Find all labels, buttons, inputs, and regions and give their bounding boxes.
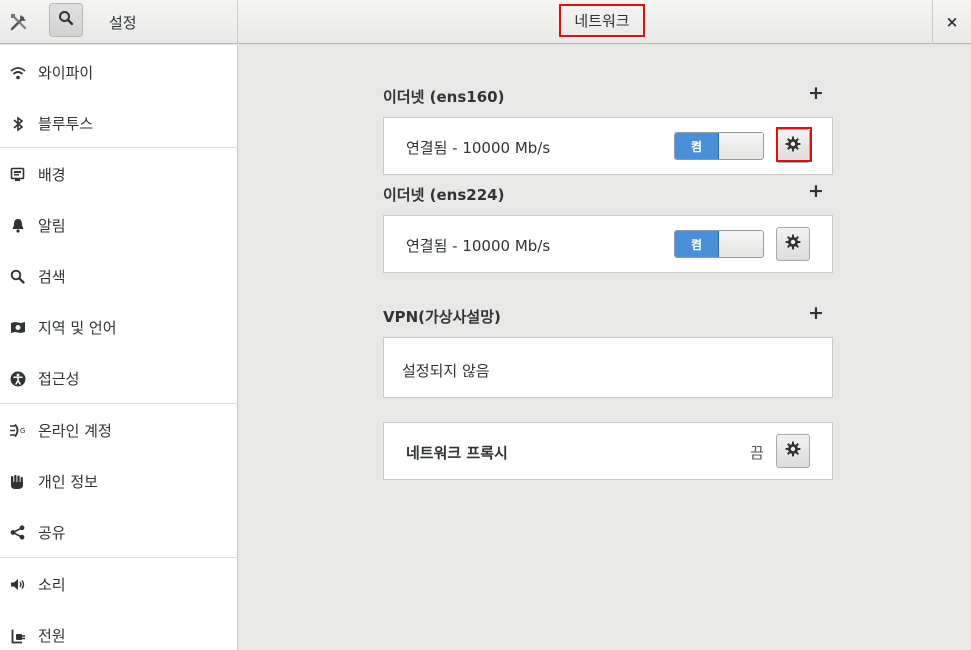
ethernet2-settings-button[interactable]	[776, 227, 810, 261]
ethernet1-card: 연결됨 - 10000 Mb/s 켬	[383, 117, 833, 175]
settings-highlight-box	[776, 127, 812, 162]
bluetooth-icon	[9, 115, 26, 132]
header-left: 설정	[0, 0, 238, 44]
switch-on-label: 켬	[675, 231, 719, 257]
sidebar-item-label: 와이파이	[38, 64, 94, 82]
vpn-card: 설정되지 않음	[383, 337, 833, 398]
background-icon	[9, 166, 26, 183]
tools-icon	[9, 12, 29, 32]
sidebar-item-background[interactable]: 배경	[0, 149, 238, 199]
sidebar-item-label: 공유	[38, 524, 66, 542]
sidebar-separator	[0, 557, 238, 558]
switch-knob	[719, 231, 763, 257]
sidebar-item-privacy[interactable]: 개인 정보	[0, 456, 238, 506]
switch-knob	[719, 133, 763, 159]
ethernet2-status: 연결됨 - 10000 Mb/s	[406, 237, 551, 255]
sidebar-item-label: 소리	[38, 576, 66, 594]
proxy-title: 네트워크 프록시	[406, 444, 508, 462]
svg-text:G: G	[20, 427, 25, 435]
sidebar-item-label: 블루투스	[38, 115, 94, 133]
sidebar-item-region[interactable]: 지역 및 언어	[0, 302, 238, 352]
sidebar-item-sound[interactable]: 소리	[0, 559, 238, 609]
vpn-status: 설정되지 않음	[402, 362, 490, 380]
ethernet1-switch[interactable]: 켬	[674, 132, 764, 160]
search-button[interactable]	[49, 3, 83, 37]
share-icon	[9, 524, 26, 541]
search-icon	[58, 10, 74, 30]
search-icon	[9, 268, 26, 285]
vpn-title: VPN(가상사설망)	[383, 308, 501, 326]
switch-on-label: 켬	[675, 133, 719, 159]
close-button[interactable]: ×	[932, 0, 971, 44]
bell-icon	[9, 217, 26, 234]
sidebar-item-accessibility[interactable]: 접근성	[0, 353, 238, 403]
header-bar: 설정 네트워크 ×	[0, 0, 971, 44]
ethernet1-title: 이더넷 (ens160)	[383, 88, 505, 106]
sidebar: 와이파이 블루투스 배경 알림 검색 지역 및 언어 접근성 G 온라인 계정 …	[0, 45, 238, 650]
gear-icon	[785, 441, 801, 461]
sidebar-item-sharing[interactable]: 공유	[0, 507, 238, 557]
gear-icon	[785, 234, 801, 254]
sidebar-item-label: 알림	[38, 217, 66, 235]
ethernet2-switch[interactable]: 켬	[674, 230, 764, 258]
sidebar-item-online-accounts[interactable]: G 온라인 계정	[0, 405, 238, 455]
sidebar-item-power[interactable]: 전원	[0, 610, 238, 650]
proxy-settings-button[interactable]	[776, 434, 810, 468]
wifi-icon	[9, 64, 26, 81]
power-icon	[9, 627, 26, 644]
sidebar-item-label: 전원	[38, 627, 66, 645]
privacy-hand-icon	[9, 473, 26, 490]
region-icon	[9, 319, 26, 336]
sidebar-item-notifications[interactable]: 알림	[0, 200, 238, 250]
speaker-icon	[9, 576, 26, 593]
sidebar-item-label: 검색	[38, 268, 66, 286]
ethernet2-card: 연결됨 - 10000 Mb/s 켬	[383, 215, 833, 273]
proxy-card[interactable]: 네트워크 프록시 끔	[383, 422, 833, 480]
sidebar-item-label: 온라인 계정	[38, 422, 112, 440]
app-title: 설정	[109, 14, 137, 32]
sidebar-item-label: 지역 및 언어	[38, 319, 117, 337]
sidebar-item-bluetooth[interactable]: 블루투스	[0, 98, 238, 148]
ethernet2-title: 이더넷 (ens224)	[383, 186, 505, 204]
sidebar-item-search[interactable]: 검색	[0, 251, 238, 301]
sidebar-item-label: 배경	[38, 166, 66, 184]
online-accounts-icon: G	[9, 422, 26, 439]
proxy-value: 끔	[750, 444, 764, 462]
sidebar-separator	[0, 403, 238, 404]
sidebar-item-label: 접근성	[38, 370, 80, 388]
sidebar-separator	[0, 147, 238, 148]
ethernet1-status: 연결됨 - 10000 Mb/s	[406, 139, 551, 157]
vpn-add-button[interactable]: +	[808, 304, 824, 323]
sidebar-item-label: 개인 정보	[38, 473, 98, 491]
ethernet1-add-button[interactable]: +	[808, 84, 824, 103]
page-title: 네트워크	[559, 4, 645, 37]
accessibility-icon	[9, 370, 26, 387]
ethernet2-add-button[interactable]: +	[808, 182, 824, 201]
sidebar-item-wifi[interactable]: 와이파이	[0, 47, 238, 97]
